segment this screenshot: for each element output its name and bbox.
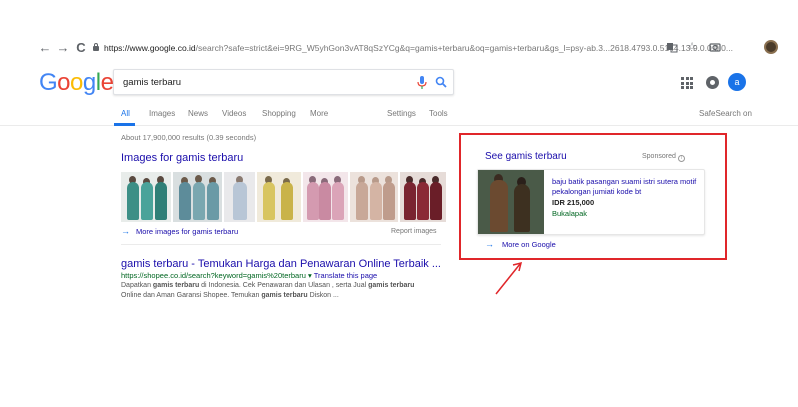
image-thumbnail[interactable] <box>400 172 446 222</box>
safesearch-status[interactable]: SafeSearch on <box>699 109 752 118</box>
tab-images[interactable]: Images <box>149 109 175 118</box>
address-bar[interactable]: https://www.google.co.id/search?safe=str… <box>93 39 758 57</box>
shopping-ad-panel: See gamis terbaru Sponsored i baju batik … <box>459 133 727 260</box>
ad-merchant: Bukalapak <box>552 209 588 218</box>
more-on-google-link[interactable]: → More on Google <box>485 239 556 249</box>
google-logo[interactable]: Google <box>39 69 114 96</box>
ad-product-image <box>478 170 544 234</box>
browser-profile-avatar[interactable] <box>764 40 778 54</box>
tab-all[interactable]: All <box>121 109 130 118</box>
ad-product-price: IDR 215,000 <box>552 198 595 207</box>
tab-news[interactable]: News <box>188 109 208 118</box>
snippet-text: Online dan Aman Garansi Shopee. Temukan <box>121 292 262 299</box>
result-url-text: https://shopee.co.id/search?keyword=gami… <box>121 271 306 280</box>
snippet-keyword: gamis terbaru <box>152 282 200 289</box>
bookmark-star-icon[interactable]: ☆ <box>686 41 698 53</box>
ad-panel-title[interactable]: See gamis terbaru <box>485 151 567 162</box>
snippet-text: Dapatkan <box>121 282 153 289</box>
ad-product-card[interactable]: baju batik pasangan suami istri sutera m… <box>477 169 705 235</box>
logo-letter: o <box>70 69 83 96</box>
url-host: https://www.google.co.id <box>104 43 196 53</box>
reload-button[interactable]: C <box>74 41 88 55</box>
result-snippet: Dapatkan gamis terbaru di Indonesia. Cek… <box>121 281 431 301</box>
image-thumbnail[interactable] <box>257 172 301 222</box>
tab-more[interactable]: More <box>310 109 328 118</box>
browser-toolbar: ← → C https://www.google.co.id/search?sa… <box>0 38 798 60</box>
more-images-link[interactable]: → More images for gamis terbaru <box>121 226 238 236</box>
more-on-google-label: More on Google <box>502 240 556 249</box>
image-thumbnail[interactable] <box>121 172 171 222</box>
report-images-link[interactable]: Report images <box>391 228 437 235</box>
logo-letter: g <box>82 69 96 96</box>
tools-link[interactable]: Tools <box>429 109 448 118</box>
snippet-keyword: gamis terbaru <box>368 282 415 289</box>
translate-icon[interactable] <box>666 41 678 53</box>
arrow-right-icon: → <box>485 239 494 249</box>
snippet-keyword: gamis terbaru <box>261 292 308 299</box>
lock-icon <box>93 43 99 51</box>
result-stats: About 17,900,000 results (0.39 seconds) <box>121 133 257 142</box>
image-thumbnail[interactable] <box>350 172 398 222</box>
more-images-label: More images for gamis terbaru <box>136 227 239 236</box>
search-box <box>113 69 454 95</box>
microphone-icon[interactable] <box>417 76 427 89</box>
section-divider <box>121 244 441 245</box>
snippet-text: Diskon ... <box>307 292 339 299</box>
notifications-icon[interactable] <box>706 76 719 89</box>
back-button[interactable]: ← <box>38 41 52 55</box>
active-tab-indicator <box>114 123 135 126</box>
red-annotation-arrow-icon <box>495 261 523 295</box>
snippet-text: di Indonesia. Cek Penawaran dan Ulasan ,… <box>199 282 369 289</box>
tab-videos[interactable]: Videos <box>222 109 246 118</box>
caret-down-icon[interactable]: ▾ <box>308 271 312 280</box>
apps-grid-icon[interactable] <box>681 77 693 89</box>
result-url: https://shopee.co.id/search?keyword=gami… <box>121 271 377 280</box>
tab-shopping[interactable]: Shopping <box>262 109 296 118</box>
url-path: /search?safe=strict&ei=9RG_W5yhGon3vAT8q… <box>195 43 733 53</box>
logo-letter: G <box>39 69 58 96</box>
search-icon[interactable] <box>435 76 447 88</box>
translate-page-link[interactable]: Translate this page <box>314 271 378 280</box>
logo-letter: o <box>57 69 71 96</box>
search-input[interactable] <box>123 70 403 94</box>
search-tabs: All Images News Videos Shopping More Set… <box>0 104 798 126</box>
settings-link[interactable]: Settings <box>387 109 416 118</box>
ad-product-name: baju batik pasangan suami istri sutera m… <box>552 177 697 196</box>
forward-button[interactable]: → <box>56 41 70 55</box>
logo-letter: e <box>100 69 114 96</box>
image-thumbnail[interactable] <box>224 172 255 222</box>
account-avatar[interactable]: a <box>728 73 746 91</box>
sponsored-text: Sponsored <box>642 153 676 160</box>
images-section-title[interactable]: Images for gamis terbaru <box>121 152 243 164</box>
image-thumbnail[interactable] <box>173 172 222 222</box>
camera-icon[interactable] <box>709 41 721 53</box>
image-thumbnail[interactable] <box>303 172 348 222</box>
result-title-link[interactable]: gamis terbaru - Temukan Harga dan Penawa… <box>121 258 441 270</box>
info-icon[interactable]: i <box>677 155 685 162</box>
sponsored-label: Sponsored i <box>642 153 685 162</box>
arrow-right-icon: → <box>121 226 130 236</box>
